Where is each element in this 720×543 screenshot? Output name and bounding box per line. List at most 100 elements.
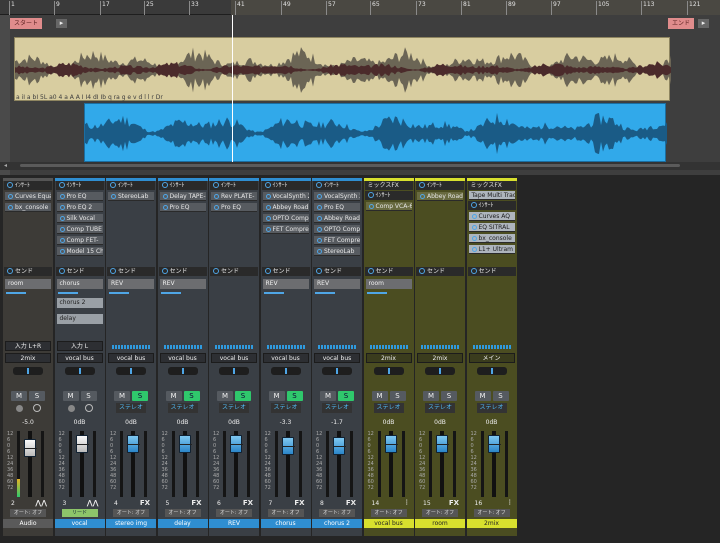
fx-icon[interactable]: FX bbox=[140, 499, 150, 508]
insert-slot[interactable]: Silk Vocal bbox=[56, 214, 103, 223]
insert-header[interactable]: ｲﾝｻｰﾄ bbox=[107, 181, 155, 190]
input-selector[interactable]: 入力 L+R bbox=[5, 341, 51, 351]
insert-slot[interactable]: Pro EQ bbox=[159, 203, 206, 212]
insert-header[interactable]: ｲﾝｻｰﾄ bbox=[313, 181, 361, 190]
mute-button[interactable]: M bbox=[217, 391, 233, 401]
power-icon[interactable] bbox=[58, 268, 65, 274]
power-icon[interactable] bbox=[317, 194, 322, 199]
mute-button[interactable]: M bbox=[114, 391, 130, 401]
fx-icon[interactable]: FX bbox=[294, 499, 304, 508]
volume-fader[interactable] bbox=[230, 435, 243, 453]
power-icon[interactable] bbox=[214, 205, 219, 210]
bus-icon[interactable]: ⫶ bbox=[406, 499, 408, 508]
power-icon[interactable] bbox=[7, 182, 13, 188]
send-slot[interactable]: REV bbox=[159, 279, 206, 289]
send-slot[interactable]: room bbox=[365, 279, 412, 289]
power-icon[interactable] bbox=[317, 216, 322, 221]
marker-arrow-icon[interactable]: ▸ bbox=[56, 19, 67, 28]
waveform-icon[interactable]: ⋀⋀ bbox=[35, 499, 47, 508]
power-icon[interactable] bbox=[265, 227, 271, 232]
power-icon[interactable] bbox=[317, 205, 322, 210]
pan-knob[interactable] bbox=[476, 367, 507, 375]
power-icon[interactable] bbox=[471, 236, 477, 241]
solo-button[interactable]: S bbox=[80, 391, 97, 401]
insert-header[interactable]: ｲﾝｻｰﾄ bbox=[261, 181, 310, 190]
insert-slot[interactable]: EQ SITRAL bbox=[468, 223, 515, 232]
channel-name[interactable]: Audio bbox=[3, 519, 53, 528]
power-icon[interactable] bbox=[317, 238, 322, 243]
power-icon[interactable] bbox=[419, 268, 425, 274]
send-header[interactable]: センド bbox=[416, 267, 464, 276]
insert-header[interactable]: ｲﾝｻｰﾄ bbox=[416, 181, 464, 190]
output-selector[interactable]: vocal bus bbox=[211, 353, 257, 363]
power-icon[interactable] bbox=[58, 182, 65, 188]
power-icon[interactable] bbox=[7, 268, 13, 274]
power-icon[interactable] bbox=[59, 227, 65, 232]
volume-fader[interactable] bbox=[24, 439, 37, 457]
mute-button[interactable]: M bbox=[11, 391, 27, 401]
mixfx-header[interactable]: ミックスFX bbox=[467, 181, 516, 190]
insert-slot[interactable]: Abbey Road bbox=[417, 192, 463, 201]
power-icon[interactable] bbox=[317, 227, 322, 232]
fx-icon[interactable]: FX bbox=[243, 499, 253, 508]
automation-mode[interactable]: オート: オフ bbox=[319, 509, 355, 517]
fx-icon[interactable]: FX bbox=[449, 499, 459, 508]
power-icon[interactable] bbox=[59, 194, 65, 199]
insert-slot[interactable]: FET Compre. bbox=[262, 225, 309, 234]
solo-button[interactable]: S bbox=[29, 391, 45, 401]
channel-name[interactable]: vocal bbox=[54, 519, 105, 528]
power-icon[interactable] bbox=[161, 268, 168, 274]
timeline-ruler[interactable]: 1 9 17 25 33 41 49 57 65 73 81 89 97 105… bbox=[0, 0, 720, 15]
send-slot[interactable]: chorus 2 bbox=[56, 298, 103, 308]
output-selector[interactable]: vocal bus bbox=[262, 353, 309, 363]
output-selector[interactable]: vocal bus bbox=[108, 353, 154, 363]
send-level[interactable] bbox=[315, 292, 335, 294]
output-selector[interactable]: 2mix bbox=[365, 353, 412, 363]
send-header[interactable]: センド bbox=[55, 267, 104, 276]
solo-button[interactable]: S bbox=[235, 391, 251, 401]
automation-mode[interactable]: オート: オフ bbox=[113, 509, 149, 517]
marker-arrow-icon[interactable]: ▸ bbox=[698, 19, 709, 28]
stereo-mode[interactable]: ステレオ bbox=[373, 403, 404, 413]
send-slot[interactable]: delay bbox=[56, 314, 103, 324]
power-icon[interactable] bbox=[471, 225, 477, 230]
output-selector[interactable]: 2mix bbox=[417, 353, 463, 363]
power-icon[interactable] bbox=[264, 268, 271, 274]
insert-slot[interactable]: VocalSynth 2 bbox=[314, 192, 360, 201]
volume-fader[interactable] bbox=[487, 435, 501, 453]
power-icon[interactable] bbox=[110, 182, 116, 188]
power-icon[interactable] bbox=[8, 205, 13, 210]
pan-knob[interactable] bbox=[425, 367, 455, 375]
insert-header[interactable]: ｲﾝｻｰﾄ bbox=[55, 181, 104, 190]
insert-slot[interactable]: VocalSynth 2 bbox=[262, 192, 309, 201]
volume-fader[interactable] bbox=[127, 435, 140, 453]
pan-knob[interactable] bbox=[373, 367, 404, 375]
automation-mode[interactable]: オート: オフ bbox=[216, 509, 252, 517]
pan-knob[interactable] bbox=[64, 367, 95, 375]
power-icon[interactable] bbox=[471, 214, 477, 219]
send-level[interactable] bbox=[160, 292, 181, 294]
insert-slot[interactable]: Comp VCA-65 bbox=[365, 202, 412, 211]
horizontal-scrollbar[interactable]: ◂ bbox=[0, 162, 720, 170]
bus-icon[interactable]: ⫶ bbox=[509, 499, 511, 508]
playhead[interactable] bbox=[232, 15, 233, 165]
send-slot[interactable]: REV bbox=[314, 279, 360, 289]
mixfx-slot[interactable]: Tape Multi Track bbox=[468, 191, 515, 200]
power-icon[interactable] bbox=[470, 202, 477, 208]
power-icon[interactable] bbox=[110, 268, 116, 274]
channel-name[interactable]: REV bbox=[209, 519, 259, 528]
fx-icon[interactable]: FX bbox=[346, 499, 356, 508]
insert-slot[interactable]: Delay TAPE- bbox=[159, 192, 206, 201]
channel-name[interactable]: delay bbox=[157, 519, 208, 528]
power-icon[interactable] bbox=[162, 194, 168, 199]
power-icon[interactable] bbox=[420, 194, 425, 199]
insert-slot[interactable]: Comp TUBE bbox=[56, 225, 103, 234]
solo-button[interactable]: S bbox=[183, 391, 200, 401]
solo-button[interactable]: S bbox=[338, 391, 354, 401]
power-icon[interactable] bbox=[213, 268, 219, 274]
volume-fader[interactable] bbox=[333, 437, 346, 455]
record-icon[interactable] bbox=[16, 405, 23, 412]
insert-slot[interactable]: Curves Equal. bbox=[5, 192, 51, 201]
send-level[interactable] bbox=[263, 292, 284, 294]
power-icon[interactable] bbox=[316, 182, 322, 188]
